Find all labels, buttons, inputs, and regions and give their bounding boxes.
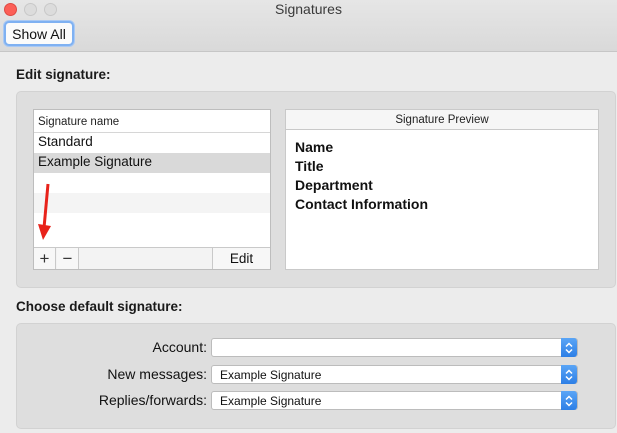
preview-name: Name xyxy=(295,139,334,155)
replies-forwards-select[interactable]: Example Signature xyxy=(211,391,578,410)
replies-forwards-label: Replies/forwards: xyxy=(98,392,207,408)
list-item xyxy=(34,173,270,193)
preview-title: Title xyxy=(295,158,324,174)
signature-row-example[interactable]: Example Signature xyxy=(34,153,270,173)
list-item xyxy=(34,213,270,233)
minus-icon: − xyxy=(62,248,73,268)
new-messages-select[interactable]: Example Signature xyxy=(211,365,578,384)
account-select[interactable] xyxy=(211,338,578,357)
new-messages-value: Example Signature xyxy=(220,368,322,382)
list-item xyxy=(34,193,270,213)
preview-department: Department xyxy=(295,177,373,193)
signature-list: Signature name Standard Example Signatur… xyxy=(33,109,271,270)
chevron-updown-icon xyxy=(561,365,577,384)
signature-preview-body: Name Title Department Contact Informatio… xyxy=(286,130,598,215)
add-signature-button[interactable]: + xyxy=(34,248,56,269)
signature-list-header[interactable]: Signature name xyxy=(34,110,270,133)
edit-signature-heading: Edit signature: xyxy=(16,67,111,82)
replies-forwards-value: Example Signature xyxy=(220,394,322,408)
signature-list-toolbar: + − Edit xyxy=(34,247,270,269)
signature-row-standard[interactable]: Standard xyxy=(34,133,270,153)
preview-contact-info: Contact Information xyxy=(295,196,428,212)
window-titlebar: Signatures Show All xyxy=(0,0,617,52)
chevron-updown-icon xyxy=(561,391,577,410)
window-title: Signatures xyxy=(275,1,342,17)
new-messages-label: New messages: xyxy=(107,366,207,382)
signature-preview-header: Signature Preview xyxy=(286,110,598,130)
chevron-updown-icon xyxy=(561,338,577,357)
remove-signature-button[interactable]: − xyxy=(57,248,79,269)
account-label: Account: xyxy=(152,339,207,355)
edit-signature-button[interactable]: Edit xyxy=(212,248,270,269)
signature-preview: Signature Preview Name Title Department … xyxy=(285,109,599,270)
default-signature-heading: Choose default signature: xyxy=(16,299,183,314)
plus-icon: + xyxy=(39,248,50,268)
annotation-arrow-icon xyxy=(38,183,51,240)
show-all-button[interactable]: Show All xyxy=(4,21,74,46)
